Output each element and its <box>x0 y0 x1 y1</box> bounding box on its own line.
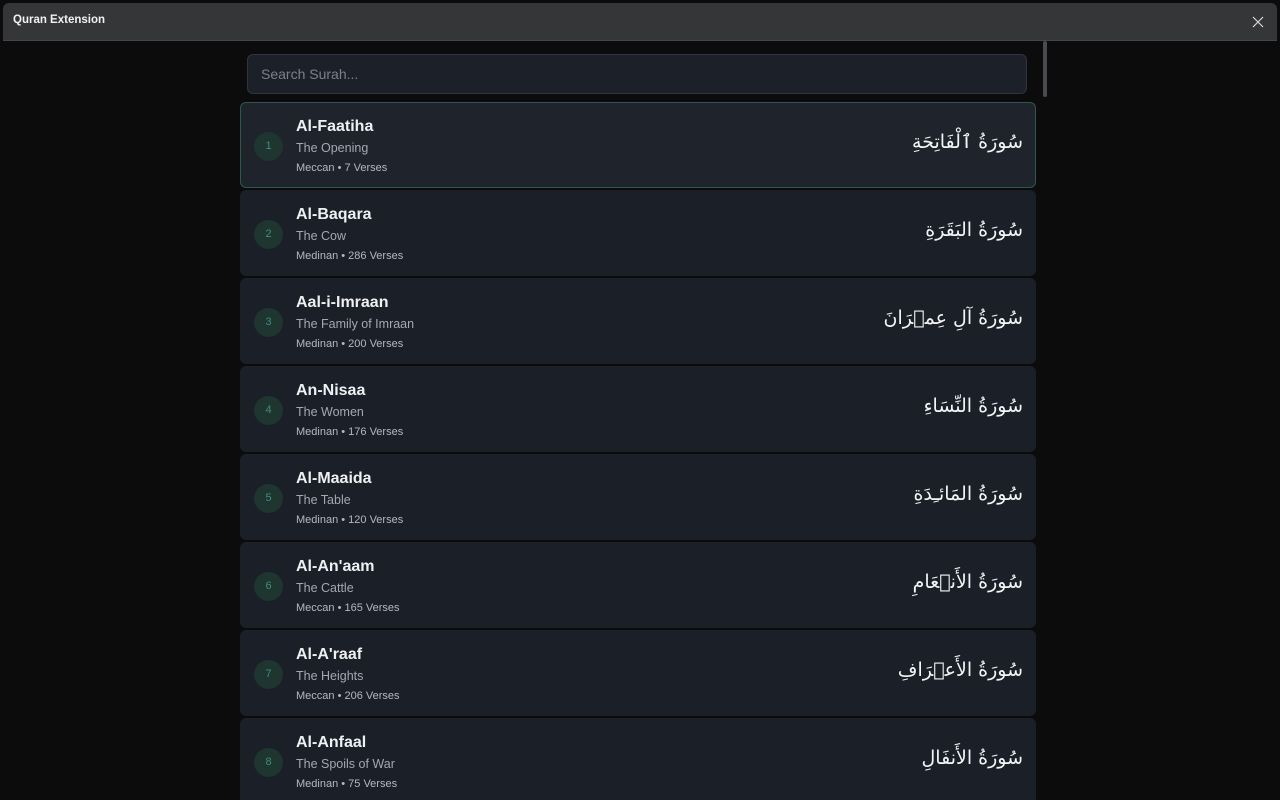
app-window: Quran Extension 1 Al-Faatiha The Opening… <box>0 0 1280 800</box>
search-input[interactable] <box>247 54 1027 94</box>
surah-name: Al-Maaida <box>296 470 372 487</box>
surah-number-badge: 4 <box>254 396 283 425</box>
surah-card[interactable]: 2 Al-Baqara The Cow Medinan • 286 Verses… <box>240 190 1036 276</box>
surah-meta: Medinan • 75 Verses <box>296 778 398 790</box>
surah-meta: Meccan • 206 Verses <box>296 690 400 702</box>
surah-meaning: The Cow <box>296 229 347 243</box>
scrollbar-thumb[interactable] <box>1043 41 1047 97</box>
surah-meta: Medinan • 200 Verses <box>296 338 404 350</box>
surah-number-badge: 1 <box>254 132 283 161</box>
title-bar: Quran Extension <box>3 3 1277 41</box>
surah-meaning: The Heights <box>296 669 364 683</box>
surah-meta: Meccan • 165 Verses <box>296 602 400 614</box>
surah-card[interactable]: 7 Al-A'raaf The Heights Meccan • 206 Ver… <box>240 630 1036 716</box>
surah-number-badge: 3 <box>254 308 283 337</box>
surah-arabic-name: سُورَةُ النِّسَاءِ <box>923 395 1023 417</box>
surah-name: An-Nisaa <box>296 382 366 399</box>
surah-name: Al-A'raaf <box>296 646 363 663</box>
surah-name: Al-Faatiha <box>296 118 374 135</box>
surah-card[interactable]: 5 Al-Maaida The Table Medinan • 120 Vers… <box>240 454 1036 540</box>
surah-arabic-name: سُورَةُ البَقَرَةِ <box>925 219 1023 241</box>
surah-name: Al-Anfaal <box>296 734 367 751</box>
window-title: Quran Extension <box>13 14 106 26</box>
surah-number-badge: 2 <box>254 220 283 249</box>
surah-arabic-name: سُورَةُ الأَنفَالِ <box>921 747 1023 769</box>
surah-card[interactable]: 1 Al-Faatiha The Opening Meccan • 7 Vers… <box>240 102 1036 188</box>
main-content: 1 Al-Faatiha The Opening Meccan • 7 Vers… <box>3 41 1277 800</box>
surah-name: Al-An'aam <box>296 558 375 575</box>
surah-meta: Medinan • 286 Verses <box>296 250 404 262</box>
surah-card[interactable]: 3 Aal-i-Imraan The Family of Imraan Medi… <box>240 278 1036 364</box>
surah-card[interactable]: 6 Al-An'aam The Cattle Meccan • 165 Vers… <box>240 542 1036 628</box>
close-button[interactable] <box>1245 9 1271 35</box>
surah-meta: Medinan • 176 Verses <box>296 426 404 438</box>
surah-number-badge: 5 <box>254 484 283 513</box>
surah-number-badge: 6 <box>254 572 283 601</box>
close-icon <box>1252 16 1264 28</box>
surah-arabic-name: سُورَةُ المَائـِدَةِ <box>913 483 1023 505</box>
surah-arabic-name: سُورَةُ الأَعۡرَافِ <box>897 659 1023 681</box>
surah-meta: Medinan • 120 Verses <box>296 514 404 526</box>
surah-meaning: The Family of Imraan <box>296 317 415 331</box>
surah-meaning: The Cattle <box>296 581 354 595</box>
surah-meaning: The Table <box>296 493 351 507</box>
surah-meaning: The Opening <box>296 141 369 155</box>
surah-arabic-name: سُورَةُ الأَنۡعَامِ <box>912 571 1023 593</box>
surah-list: 1 Al-Faatiha The Opening Meccan • 7 Vers… <box>240 102 1036 800</box>
surah-meta: Meccan • 7 Verses <box>296 162 388 174</box>
surah-number-badge: 8 <box>254 748 283 777</box>
surah-arabic-name: سُورَةُ آلِ عِمۡرَانَ <box>883 307 1023 329</box>
surah-card[interactable]: 4 An-Nisaa The Women Medinan • 176 Verse… <box>240 366 1036 452</box>
surah-name: Aal-i-Imraan <box>296 294 389 311</box>
surah-arabic-name: سُورَةُ ٱلْفَاتِحَةِ <box>912 131 1023 153</box>
surah-name: Al-Baqara <box>296 206 372 223</box>
surah-meaning: The Women <box>296 405 364 419</box>
surah-number-badge: 7 <box>254 660 283 689</box>
surah-meaning: The Spoils of War <box>296 757 395 771</box>
surah-card[interactable]: 8 Al-Anfaal The Spoils of War Medinan • … <box>240 718 1036 800</box>
